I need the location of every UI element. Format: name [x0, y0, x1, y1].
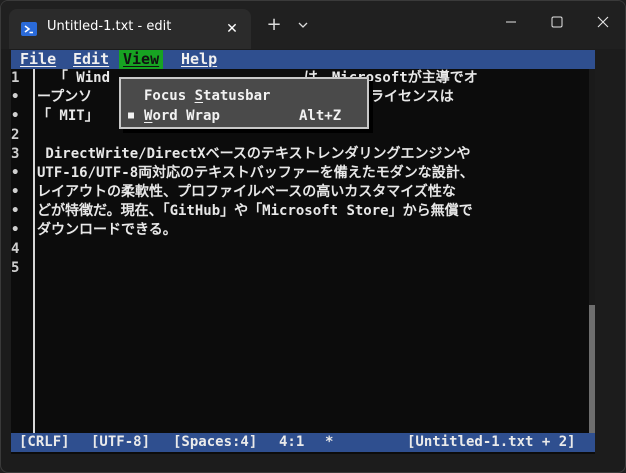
line-number: 4 [11, 241, 20, 257]
line-number: 3 [11, 146, 20, 162]
wrap-marker: • [11, 108, 20, 124]
terminal-pane[interactable]: File Edit View Help 1 • • 2 3 • • • • 4 … [11, 50, 595, 454]
minimize-button[interactable] [488, 7, 534, 39]
chevron-down-icon[interactable] [293, 14, 313, 36]
wrap-marker: • [11, 184, 20, 200]
view-menu-dropdown: Focus Statusbar ■ Word Wrap Alt+Z [119, 77, 369, 129]
menu-item-text: tatusbar [203, 88, 271, 104]
menu-bar: File Edit View Help [11, 50, 595, 69]
wrap-marker: • [11, 203, 20, 219]
mnemonic: S [194, 88, 204, 104]
tab-active[interactable]: Untitled-1.txt - edit ✕ [9, 9, 251, 49]
text-line: 「 MIT」 [37, 108, 99, 124]
line-number-gutter: 1 • • 2 3 • • • • 4 5 [11, 69, 33, 433]
wrap-marker: • [11, 89, 20, 105]
menu-help[interactable]: Help [177, 50, 221, 69]
text-line: ダウンロードできる。 [37, 222, 177, 238]
text-line: レイアウトの柔軟性、プロファイルベースの高いカスタマイズ性な [37, 184, 456, 200]
close-tab-icon[interactable]: ✕ [221, 18, 243, 40]
menu-file[interactable]: File [16, 50, 60, 69]
title-bar: Untitled-1.txt - edit ✕ + [1, 1, 625, 49]
text-line: UTF-16/UTF-8両対応のテキストバッファーを備えたモダンな設計、 [37, 165, 474, 181]
close-icon [597, 16, 609, 28]
maximize-icon [551, 16, 563, 28]
status-bar: [CRLF] [UTF-8] [Spaces:4] 4:1 * [Untitle… [11, 433, 595, 452]
maximize-button[interactable] [534, 7, 580, 39]
close-window-button[interactable] [580, 7, 625, 39]
status-encoding[interactable]: [UTF-8] [91, 433, 150, 452]
status-modified-indicator: * [325, 434, 334, 450]
powershell-icon [21, 22, 37, 36]
text-line: DirectWrite/DirectXベースのテキストレンダリングエンジンや [37, 146, 471, 162]
wrap-marker: • [11, 222, 20, 238]
shortcut-label: Alt+Z [299, 108, 342, 124]
line-number: 2 [11, 127, 20, 143]
menu-edit[interactable]: Edit [69, 50, 113, 69]
menu-item-word-wrap[interactable]: ■ Word Wrap Alt+Z [121, 106, 367, 126]
terminal-window: Untitled-1.txt - edit ✕ + File Edit View… [0, 0, 626, 473]
menu-view[interactable]: View [119, 50, 164, 69]
wrap-marker: • [11, 165, 20, 181]
checked-icon: ■ [128, 110, 135, 121]
new-tab-button[interactable]: + [263, 14, 285, 36]
status-indentation[interactable]: [Spaces:4] [173, 433, 257, 452]
menu-item-focus-statusbar[interactable]: Focus Statusbar [121, 86, 367, 106]
status-file-name[interactable]: [Untitled-1.txt + 2] [407, 433, 576, 452]
status-line-ending[interactable]: [CRLF] [19, 433, 70, 452]
line-number: 1 [11, 70, 20, 86]
menu-item-text: Focus [144, 88, 195, 104]
status-cursor-position: 4:1 [279, 434, 305, 450]
minimize-icon [506, 21, 516, 23]
menu-item-text: ord Wrap [152, 108, 220, 124]
line-number: 5 [11, 260, 20, 276]
scrollbar-thumb[interactable] [589, 305, 595, 433]
tab-title: Untitled-1.txt - edit [47, 19, 172, 34]
text-line: どが特徴だ。現在、「GitHub」や「Microsoft Store」から無償で [37, 203, 473, 219]
